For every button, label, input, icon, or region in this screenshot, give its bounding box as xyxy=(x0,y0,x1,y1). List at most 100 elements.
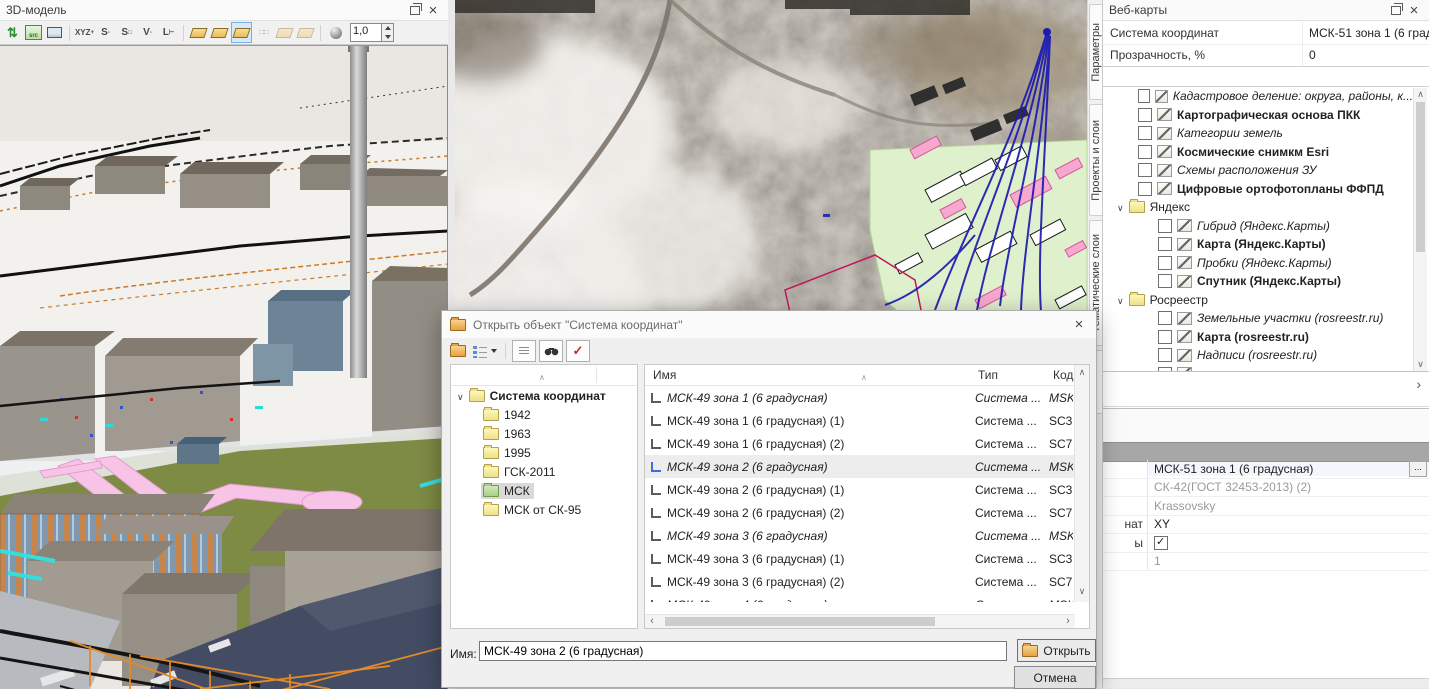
length-scale-icon[interactable]: L⊢ xyxy=(159,23,178,42)
tree-root-row[interactable]: Система координат xyxy=(451,386,637,405)
grid-row[interactable]: Krassovsky xyxy=(1103,497,1429,516)
zoom-factor-stepper[interactable]: 1,0 xyxy=(350,23,394,42)
layer-row[interactable]: Космические снимкм Esri xyxy=(1103,143,1413,162)
coordinate-system-row[interactable]: МСК-49 зона 2 (6 градусная) Система ... … xyxy=(645,455,1075,478)
coordinate-system-row[interactable]: МСК-49 зона 2 (6 градусная) (2) Система … xyxy=(645,501,1075,524)
property-value[interactable]: 0 xyxy=(1302,44,1429,66)
side-tab[interactable]: Проекты и слои xyxy=(1089,104,1102,216)
list-text-button[interactable] xyxy=(512,340,536,362)
clip-box-left-icon[interactable] xyxy=(189,23,208,42)
coordinate-system-row[interactable]: МСК-49 зона 3 (6 градусная) Система ... … xyxy=(645,524,1075,547)
tree-folder-row[interactable]: МСК xyxy=(451,481,637,500)
scroll-right-icon[interactable] xyxy=(1061,615,1075,627)
float-window-icon[interactable] xyxy=(406,2,424,18)
tree-header[interactable] xyxy=(451,365,637,386)
vertical-scale-icon[interactable]: V▫ xyxy=(138,23,157,42)
tree-scrollbar[interactable] xyxy=(1413,88,1427,371)
layer-checkbox[interactable] xyxy=(1158,256,1172,270)
property-checkbox[interactable] xyxy=(1154,536,1168,550)
expand-section-icon[interactable] xyxy=(1416,376,1421,392)
grid-row-value[interactable]: МСК-51 зона 1 (6 градусная) xyxy=(1148,462,1429,476)
refresh-model-icon[interactable] xyxy=(3,23,22,42)
property-row[interactable]: Система координат МСК-51 зона 1 (6 граду… xyxy=(1103,22,1429,45)
filter-check-button[interactable] xyxy=(566,340,590,362)
scale-surface-icon[interactable]: S▫ xyxy=(96,23,115,42)
tree-folder-row[interactable]: МСК от СК-95 xyxy=(451,500,637,519)
name-input[interactable] xyxy=(479,641,1007,661)
grid-row-value[interactable]: Krassovsky xyxy=(1148,499,1429,513)
coordinate-system-row[interactable]: МСК-49 зона 3 (6 градусная) (2) Система … xyxy=(645,570,1075,593)
view-mode-dropdown[interactable] xyxy=(471,341,499,361)
coordinate-system-row[interactable]: МСК-49 зона 1 (6 градусная) (1) Система … xyxy=(645,409,1075,432)
layer-checkbox[interactable] xyxy=(1138,145,1152,159)
dialog-close-icon[interactable] xyxy=(1070,317,1088,333)
grid-row[interactable]: 1 xyxy=(1103,553,1429,572)
coordinate-system-row[interactable]: МСК-49 зона 1 (6 градусная) Система ... … xyxy=(645,386,1075,409)
layer-row[interactable]: Пробки (Яндекс.Карты) xyxy=(1103,254,1413,273)
layer-checkbox[interactable] xyxy=(1158,348,1172,362)
scrollbar-thumb[interactable] xyxy=(665,617,935,626)
scroll-left-icon[interactable] xyxy=(645,615,659,627)
tree-folder-row[interactable]: 1942 xyxy=(451,405,637,424)
stepper-down-icon[interactable] xyxy=(382,33,393,42)
coordinate-system-row[interactable]: МСК-49 зона 3 (6 градусная) (1) Система … xyxy=(645,547,1075,570)
points-mode-icon[interactable] xyxy=(254,23,273,42)
scroll-down-icon[interactable] xyxy=(1075,586,1089,600)
scroll-up-icon[interactable] xyxy=(1414,88,1427,101)
side-tab[interactable]: Параметры xyxy=(1089,4,1102,100)
layer-row[interactable]: Земельные участки (rosreestr.ru) xyxy=(1103,309,1413,328)
grid-row[interactable]: нат XY xyxy=(1103,516,1429,535)
grid-row-value[interactable]: XY xyxy=(1148,517,1429,531)
tree-folder-row[interactable]: 1995 xyxy=(451,443,637,462)
expander-icon[interactable] xyxy=(1117,200,1124,214)
scroll-up-icon[interactable] xyxy=(1075,367,1089,381)
add-source-icon[interactable]: src xyxy=(24,23,43,42)
layer-checkbox[interactable] xyxy=(1158,219,1172,233)
coordinate-system-row[interactable]: МСК-49 зона 4 (6 градусная) Система ... … xyxy=(645,593,1075,602)
column-name[interactable]: Имя xyxy=(653,368,676,382)
layer-row[interactable]: Схемы расположения ЗУ xyxy=(1103,161,1413,180)
clip-box-active-icon[interactable] xyxy=(231,22,252,43)
column-type[interactable]: Тип xyxy=(978,368,998,382)
property-value[interactable]: МСК-51 зона 1 (6 градусная) xyxy=(1302,22,1429,44)
tree-folder-row[interactable]: 1963 xyxy=(451,424,637,443)
stepper-up-icon[interactable] xyxy=(382,24,393,33)
layer-row[interactable]: Картографическая основа ПКК xyxy=(1103,106,1413,125)
grid-row-value[interactable]: СК-42(ГОСТ 32453-2013) (2) xyxy=(1148,480,1429,494)
clip-box-disabled-icon[interactable] xyxy=(275,23,294,42)
layer-checkbox[interactable] xyxy=(1158,274,1172,288)
up-one-level-icon[interactable] xyxy=(448,341,468,361)
list-horizontal-scrollbar[interactable] xyxy=(645,614,1075,628)
column-code[interactable]: Код xyxy=(1053,368,1075,382)
layer-checkbox[interactable] xyxy=(1138,182,1152,196)
list-header[interactable]: Имя Тип Код xyxy=(645,365,1075,386)
scrollbar-thumb[interactable] xyxy=(1416,102,1425,252)
layer-checkbox[interactable] xyxy=(1138,163,1152,177)
search-button[interactable] xyxy=(539,340,563,362)
layer-row[interactable]: Кадастровое деление: округа, районы, к..… xyxy=(1103,87,1413,106)
grid-row[interactable]: СК-42(ГОСТ 32453-2013) (2) xyxy=(1103,479,1429,498)
scroll-down-icon[interactable] xyxy=(1414,358,1427,371)
open-button[interactable]: Открыть xyxy=(1017,639,1096,662)
list-vertical-scrollbar[interactable] xyxy=(1074,365,1089,602)
layer-row[interactable]: Спутник (Яндекс.Карты) xyxy=(1103,272,1413,291)
dialog-title-bar[interactable]: Открыть объект "Система координат" xyxy=(442,311,1096,338)
layer-row[interactable]: Категории земель xyxy=(1103,124,1413,143)
clip-box-disabled2-icon[interactable] xyxy=(296,23,315,42)
layer-checkbox[interactable] xyxy=(1158,330,1172,344)
float-window-icon[interactable] xyxy=(1387,2,1405,18)
zoom-factor-value[interactable]: 1,0 xyxy=(351,24,381,41)
grid-row[interactable]: ы xyxy=(1103,534,1429,553)
layer-folder-row[interactable]: Яндекс xyxy=(1103,198,1413,217)
coordinate-system-row[interactable]: МСК-49 зона 2 (6 градусная) (1) Система … xyxy=(645,478,1075,501)
3d-viewport[interactable] xyxy=(0,45,448,689)
layer-row[interactable]: Надписи (rosreestr.ru) xyxy=(1103,346,1413,365)
close-icon[interactable] xyxy=(424,2,442,18)
scale-square-icon[interactable]: S□ xyxy=(117,23,136,42)
layer-row[interactable]: Карта (rosreestr.ru) xyxy=(1103,328,1413,347)
expander-icon[interactable] xyxy=(1117,293,1124,307)
layer-checkbox[interactable] xyxy=(1138,89,1150,103)
xyz-axes-icon[interactable]: XYZ+ xyxy=(75,23,94,42)
coordinate-system-row[interactable]: МСК-49 зона 1 (6 градусная) (2) Система … xyxy=(645,432,1075,455)
clip-box-section-icon[interactable] xyxy=(210,23,229,42)
